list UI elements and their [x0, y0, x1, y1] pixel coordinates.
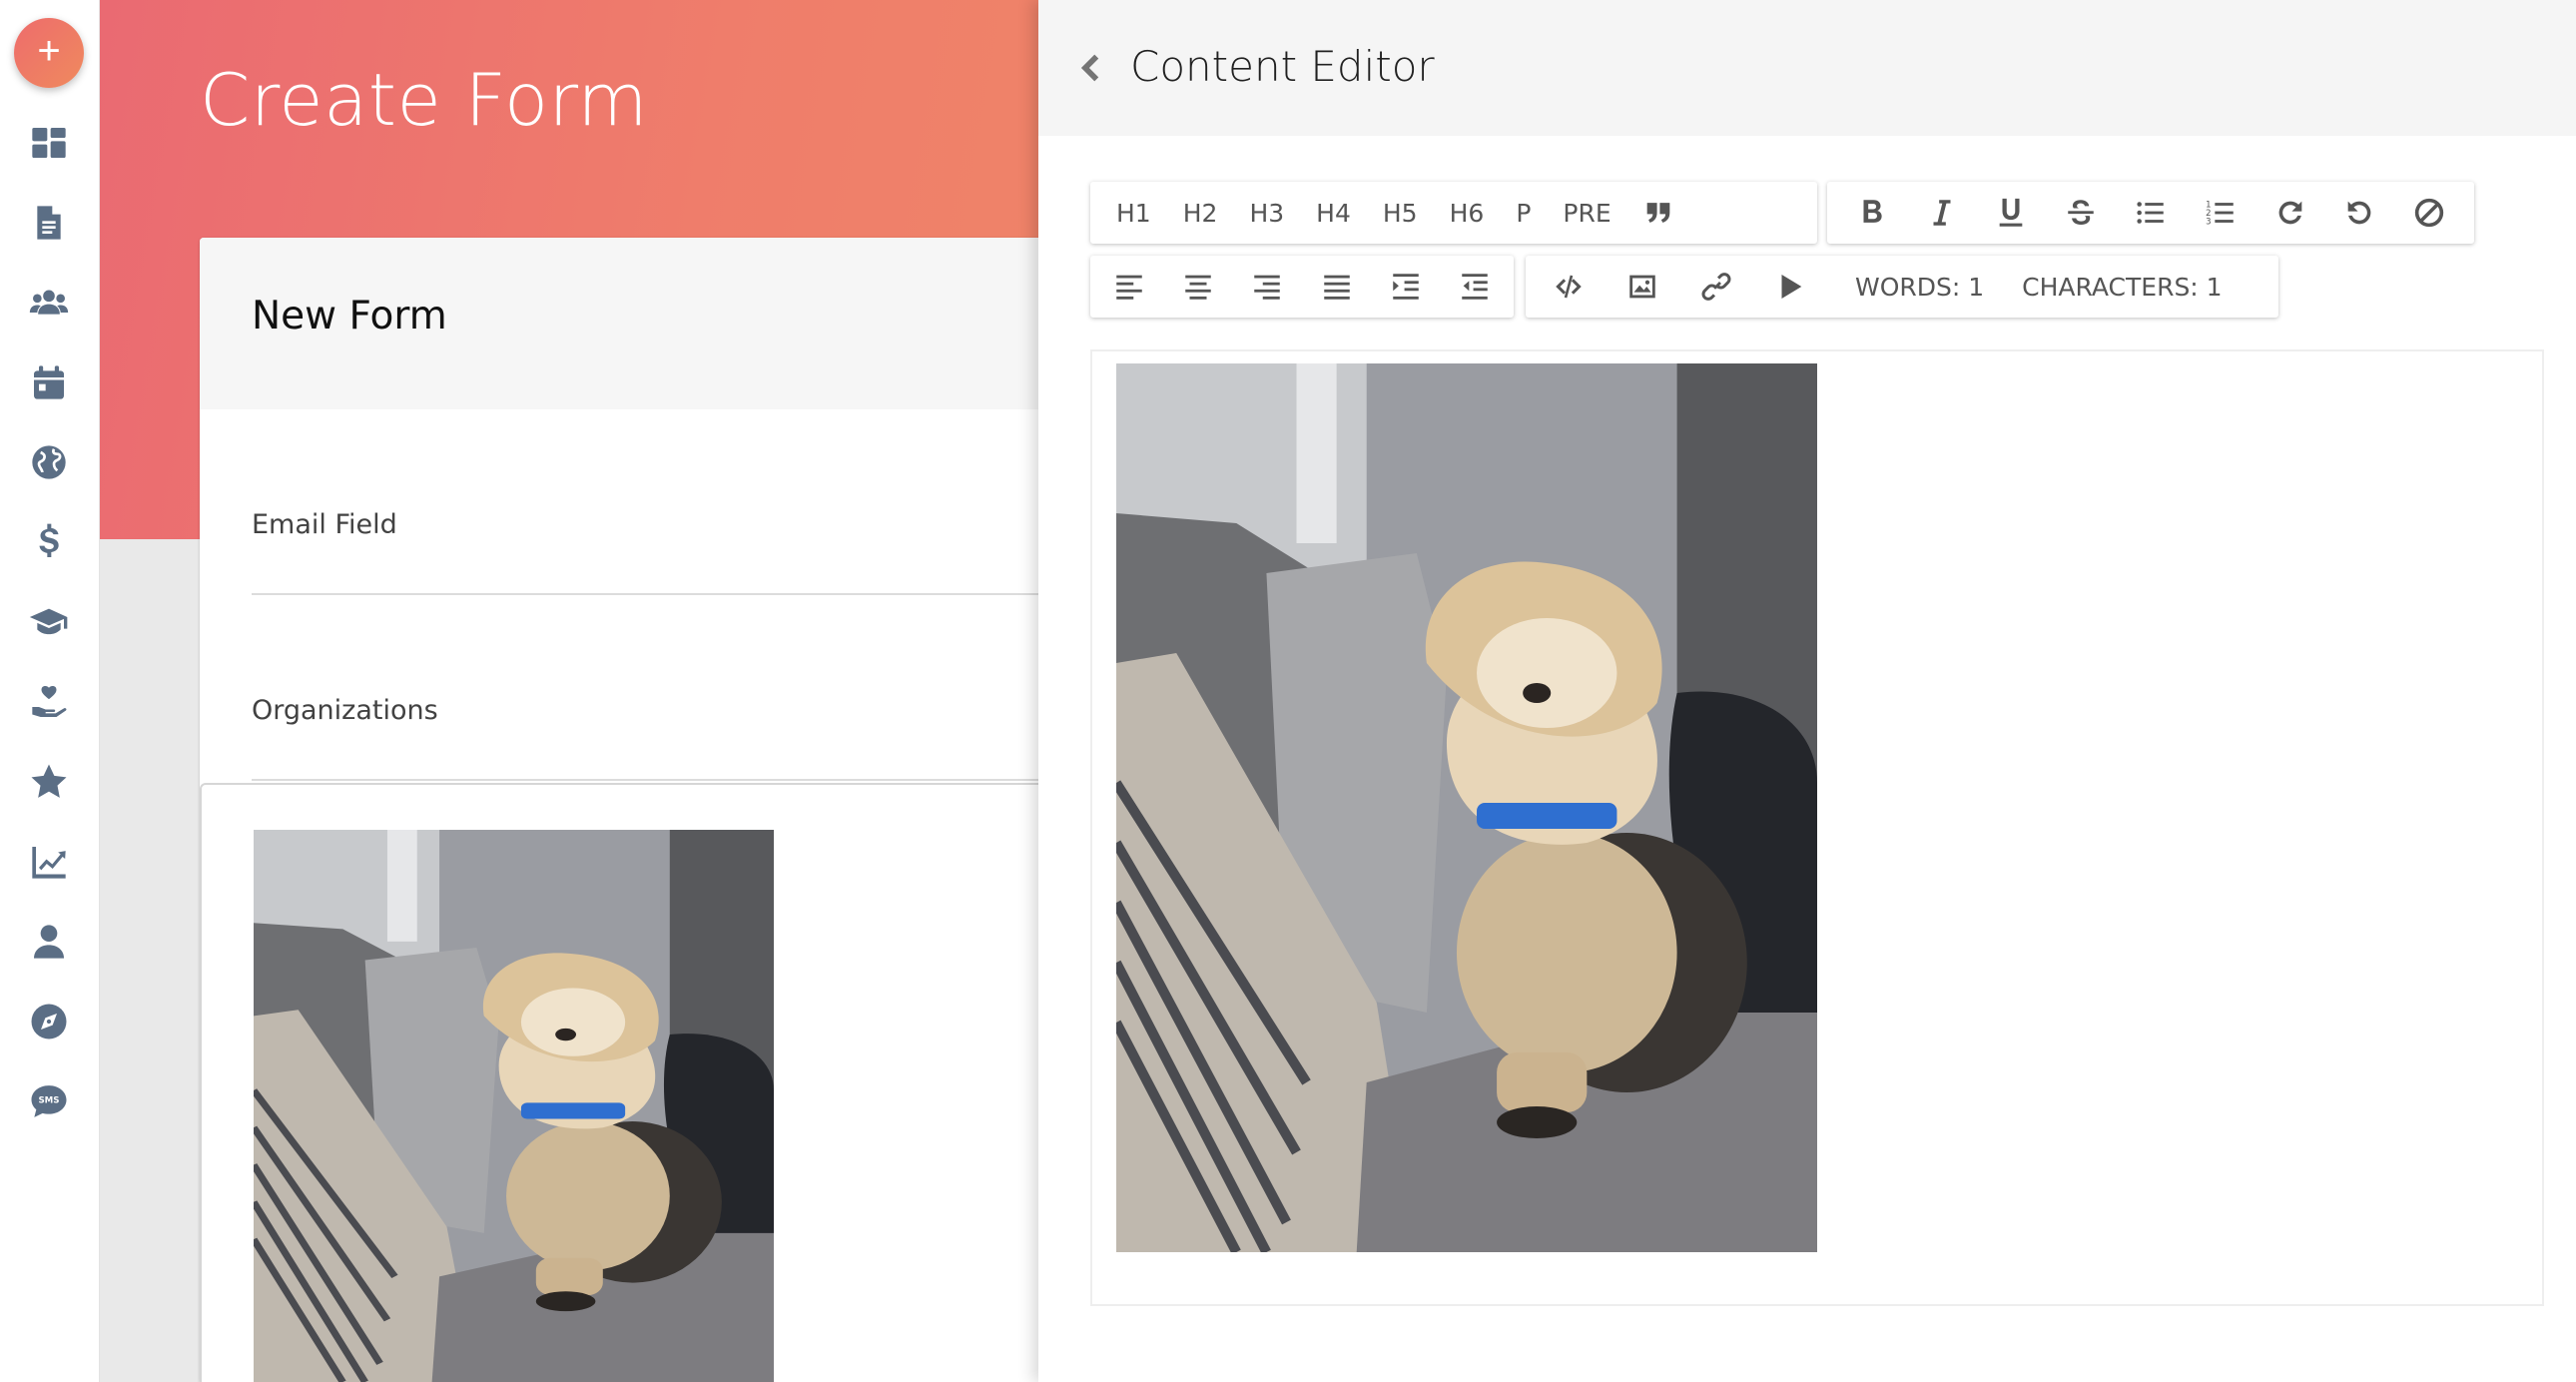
- redo-icon[interactable]: [2255, 182, 2325, 244]
- italic-icon[interactable]: [1907, 182, 1977, 244]
- heading-6-button[interactable]: H6: [1434, 182, 1501, 244]
- clear-format-icon[interactable]: [2394, 182, 2464, 244]
- dog-photo[interactable]: [1116, 363, 1817, 1252]
- compass-icon[interactable]: [26, 999, 72, 1044]
- align-left-icon[interactable]: [1094, 256, 1163, 318]
- editor-header: Content Editor: [1038, 0, 2576, 136]
- svg-text:SMS: SMS: [38, 1096, 59, 1106]
- user-icon[interactable]: [26, 919, 72, 965]
- numbered-list-icon[interactable]: 123: [2186, 182, 2255, 244]
- heading-1-button[interactable]: H1: [1100, 182, 1167, 244]
- bulleted-list-icon[interactable]: [2116, 182, 2186, 244]
- insert-link-icon[interactable]: [1679, 256, 1753, 318]
- insert-image-icon[interactable]: [1606, 256, 1679, 318]
- character-count: CHARACTERS: 1: [2022, 272, 2223, 302]
- insert-video-icon[interactable]: [1753, 256, 1827, 318]
- svg-text:3: 3: [2206, 217, 2211, 227]
- align-justify-icon[interactable]: [1302, 256, 1371, 318]
- document-icon[interactable]: [26, 200, 72, 246]
- toolbar-alignment: [1090, 256, 1514, 318]
- underline-icon[interactable]: [1977, 182, 2047, 244]
- organizations-field[interactable]: Organizations: [252, 595, 1058, 781]
- heading-4-button[interactable]: H4: [1300, 182, 1367, 244]
- hand-heart-icon[interactable]: [26, 679, 72, 725]
- undo-icon[interactable]: [2324, 182, 2394, 244]
- sidebar-rail: + SMS: [0, 0, 100, 1382]
- heading-5-button[interactable]: H5: [1367, 182, 1434, 244]
- preformatted-button[interactable]: PRE: [1547, 182, 1626, 244]
- dashboard-icon[interactable]: [26, 120, 72, 166]
- email-field-label: Email Field: [252, 509, 397, 540]
- toolbar-block-formats: H1 H2 H3 H4 H5 H6 P PRE: [1090, 182, 1817, 244]
- organizations-field-label: Organizations: [252, 695, 438, 726]
- create-new-button[interactable]: +: [14, 18, 84, 88]
- strikethrough-icon[interactable]: [2046, 182, 2116, 244]
- bold-icon[interactable]: [1837, 182, 1907, 244]
- email-field[interactable]: Email Field: [252, 409, 1058, 595]
- form-title: New Form: [252, 294, 447, 339]
- dog-photo-preview: [254, 830, 774, 1382]
- heading-3-button[interactable]: H3: [1233, 182, 1300, 244]
- heading-2-button[interactable]: H2: [1167, 182, 1234, 244]
- editor-title: Content Editor: [1130, 42, 1435, 91]
- graduation-cap-icon[interactable]: [26, 599, 72, 645]
- page-title: Create Form: [200, 58, 648, 142]
- globe-icon[interactable]: [26, 439, 72, 485]
- toolbar-inline-formats: 123: [1827, 182, 2474, 244]
- form-card-header: New Form: [200, 238, 1058, 409]
- align-center-icon[interactable]: [1163, 256, 1232, 318]
- users-icon[interactable]: [26, 280, 72, 326]
- back-chevron-icon[interactable]: [1068, 44, 1116, 92]
- star-icon[interactable]: [26, 759, 72, 805]
- word-count: WORDS: 1: [1855, 272, 1985, 302]
- calendar-icon[interactable]: [26, 359, 72, 405]
- indent-icon[interactable]: [1371, 256, 1440, 318]
- blockquote-icon[interactable]: [1627, 182, 1689, 244]
- chart-line-icon[interactable]: [26, 839, 72, 885]
- code-view-icon[interactable]: [1532, 256, 1606, 318]
- align-right-icon[interactable]: [1233, 256, 1302, 318]
- sms-icon[interactable]: SMS: [26, 1078, 72, 1124]
- toolbar-insert: WORDS: 1 CHARACTERS: 1: [1526, 256, 2278, 318]
- outdent-icon[interactable]: [1441, 256, 1510, 318]
- paragraph-button[interactable]: P: [1500, 182, 1547, 244]
- dollar-icon[interactable]: [26, 519, 72, 565]
